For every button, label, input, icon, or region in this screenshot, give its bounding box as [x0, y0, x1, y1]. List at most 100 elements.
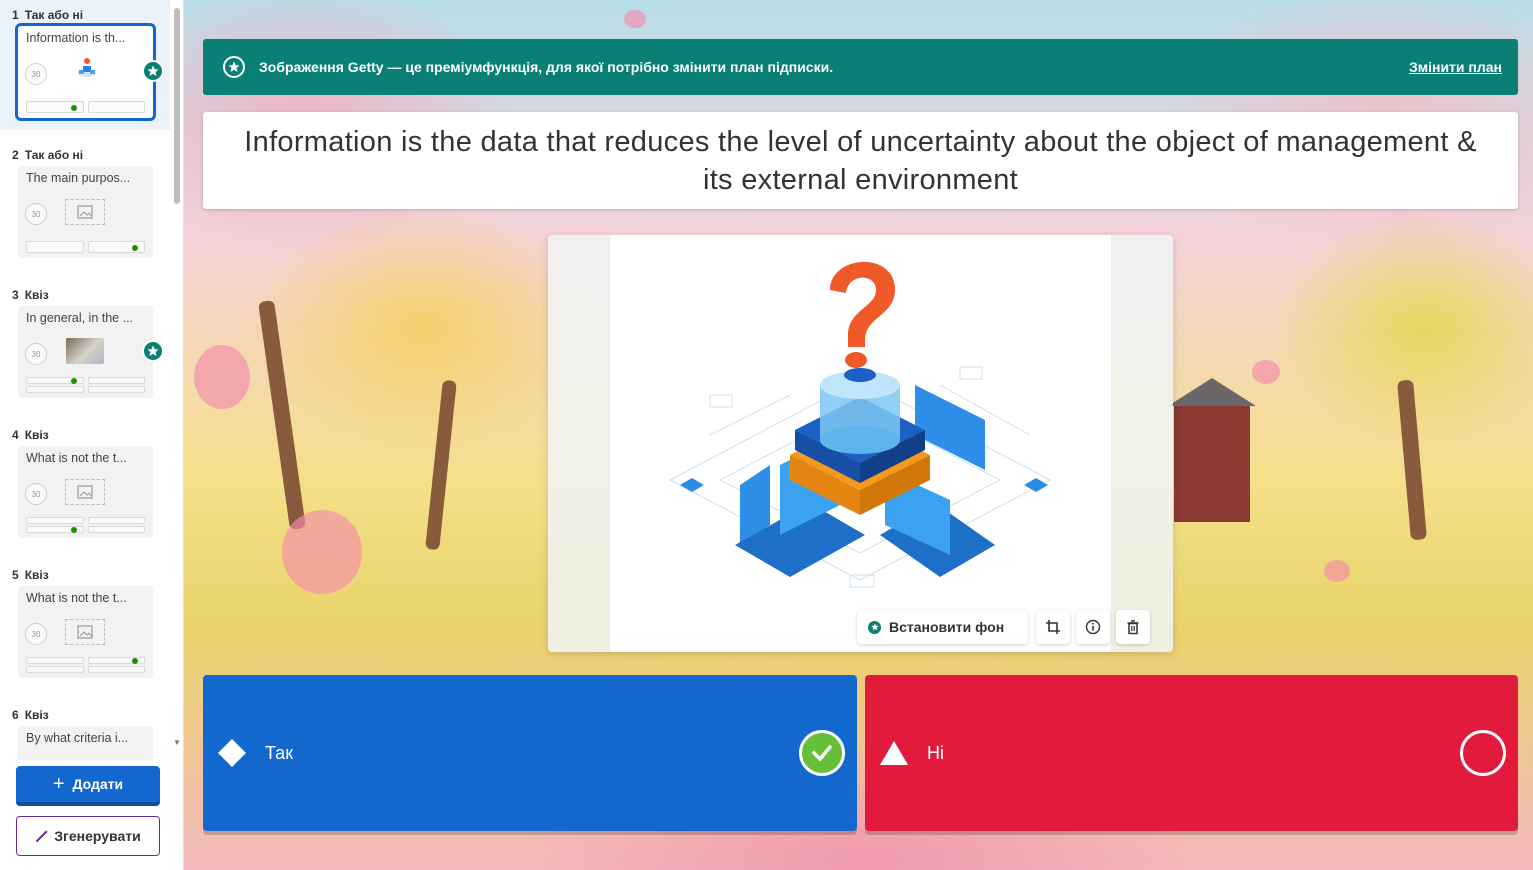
change-plan-link[interactable]: Змінити план [1409, 59, 1502, 75]
slide-type: Так або ні [24, 8, 84, 22]
slide-thumbnail[interactable]: Information is th... 30 [15, 23, 156, 121]
answer-preview [87, 526, 145, 533]
slide-title: The main purpos... [26, 171, 131, 185]
slide-number: 6 [12, 708, 19, 722]
scroll-thumb[interactable] [174, 8, 180, 204]
slide-thumbnail[interactable]: What is not the t... 30 [18, 446, 153, 538]
timer-badge: 30 [25, 623, 47, 645]
slide-item-1[interactable]: 1 Так або ні Information is th... 30 [0, 0, 170, 130]
answer-preview [87, 517, 145, 524]
answer-option-no[interactable]: Ні [865, 675, 1518, 831]
background-tree [425, 379, 457, 551]
premium-star-icon [223, 56, 245, 78]
sidebar-scrollbar[interactable]: ▼ [172, 0, 182, 750]
magic-wand-icon [36, 830, 49, 842]
answer-preview [26, 386, 84, 393]
banner-text: Зображення Getty — це преміумфункція, дл… [259, 59, 834, 75]
generate-button[interactable]: Згенерувати [16, 816, 160, 856]
generate-button-label: Згенерувати [54, 828, 141, 844]
slide-item-2[interactable]: 2 Так або ні The main purpos... 30 [0, 140, 170, 270]
background-petal [1324, 560, 1350, 582]
slide-title: In general, in the ... [26, 311, 134, 325]
set-background-button[interactable]: Встановити фон [857, 610, 1028, 644]
answer-preview [26, 101, 84, 113]
answer-preview [26, 666, 84, 673]
answer-preview [87, 377, 145, 384]
slide-number: 4 [12, 428, 19, 442]
answer-preview [26, 657, 84, 664]
slide-number: 3 [12, 288, 19, 302]
correct-dot [70, 527, 77, 533]
thumbnail-image [66, 338, 104, 364]
plus-icon: + [52, 773, 65, 795]
slide-thumbnail[interactable]: In general, in the ... 30 [18, 306, 153, 398]
background-tree [258, 300, 306, 530]
media-frame[interactable]: Встановити фон [548, 235, 1173, 652]
add-button-label: Додати [72, 776, 124, 792]
correct-answer-toggle[interactable] [799, 730, 845, 776]
background-tree [1397, 379, 1427, 541]
premium-star-icon [142, 60, 164, 82]
slide-type: Так або ні [24, 148, 84, 162]
answer-preview [87, 666, 145, 673]
trash-icon [1127, 620, 1139, 635]
correct-dot [132, 658, 138, 664]
answer-preview [26, 377, 84, 384]
background-petal [194, 345, 250, 409]
answer-preview [26, 526, 84, 533]
question-input[interactable]: Information is the data that reduces the… [203, 112, 1518, 209]
slide-type: Квіз [24, 708, 49, 722]
slide-number: 5 [12, 568, 19, 582]
timer-badge: 30 [25, 63, 47, 85]
slide-item-5[interactable]: 5 Квіз What is not the t... 30 [0, 560, 170, 690]
thumbnail-image [78, 58, 96, 77]
question-text: Information is the data that reduces the… [244, 125, 1477, 196]
scroll-down-arrow-icon[interactable]: ▼ [173, 738, 181, 747]
slide-type: Квіз [24, 568, 49, 582]
slide-item-3[interactable]: 3 Квіз In general, in the ... 30 [0, 280, 170, 410]
background-petal [624, 10, 646, 28]
slide-title: What is not the t... [26, 591, 127, 605]
image-placeholder-icon [65, 199, 105, 225]
image-placeholder-icon [65, 479, 105, 505]
correct-dot [70, 105, 77, 111]
slide-type: Квіз [24, 288, 49, 302]
timer-badge: 30 [25, 483, 47, 505]
answer-label: Так [265, 743, 294, 763]
slide-title: By what criteria i... [26, 731, 129, 745]
background-barn [1168, 378, 1256, 522]
answer-preview [87, 101, 145, 113]
background-petal [282, 510, 362, 594]
slide-thumbnail[interactable]: The main purpos... 30 [18, 166, 153, 258]
image-placeholder-icon [65, 619, 105, 645]
add-slide-button[interactable]: + Додати [16, 766, 160, 806]
checkmark-icon [812, 745, 832, 761]
answer-preview [87, 386, 145, 393]
diamond-icon [218, 739, 246, 767]
slide-title: What is not the t... [26, 451, 127, 465]
slide-canvas: Зображення Getty — це преміумфункція, дл… [184, 0, 1533, 870]
premium-banner: Зображення Getty — це преміумфункція, дл… [203, 39, 1518, 95]
slide-title: Information is th... [26, 31, 126, 45]
answer-option-yes[interactable]: Так [203, 675, 857, 831]
slides-sidebar: 1 Так або ні Information is th... 30 2 Так… [0, 0, 184, 870]
slide-number: 1 [12, 8, 19, 22]
info-button[interactable] [1076, 610, 1110, 644]
crop-icon [1046, 620, 1060, 634]
timer-badge: 30 [25, 343, 47, 365]
slide-thumbnail[interactable]: By what criteria i... [18, 726, 153, 760]
correct-answer-toggle[interactable] [1460, 730, 1506, 776]
slide-number: 2 [12, 148, 19, 162]
slide-item-6[interactable]: 6 Квіз By what criteria i... [0, 700, 170, 760]
delete-image-button[interactable] [1116, 610, 1150, 644]
set-background-label: Встановити фон [889, 619, 1005, 635]
timer-badge: 30 [25, 203, 47, 225]
slide-thumbnail[interactable]: What is not the t... 30 [18, 586, 153, 678]
answer-preview [87, 241, 145, 253]
triangle-icon [880, 741, 908, 765]
answer-preview [26, 241, 84, 253]
slide-item-4[interactable]: 4 Квіз What is not the t... 30 [0, 420, 170, 550]
correct-dot [132, 245, 138, 251]
crop-button[interactable] [1036, 610, 1070, 644]
premium-star-icon [868, 620, 881, 634]
